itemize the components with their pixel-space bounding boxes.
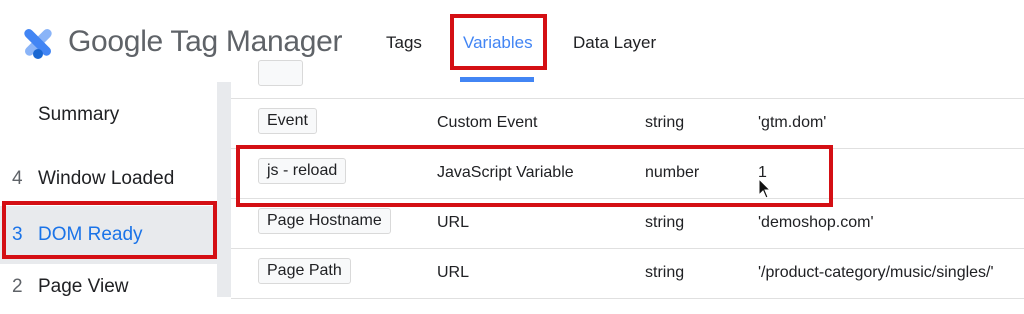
return-type: string (645, 114, 685, 131)
return-type: string (645, 264, 685, 281)
variable-type: URL (437, 264, 470, 281)
sidebar-item-summary[interactable]: Summary (0, 90, 217, 144)
sidebar-item-window-loaded[interactable]: 4 Window Loaded (0, 152, 217, 206)
variable-type: URL (437, 214, 470, 231)
event-number: 4 (12, 168, 23, 189)
variable-value: '/product-category/music/singles/' (758, 264, 994, 281)
event-sidebar: Summary 4 Window Loaded 3 DOM Ready 2 Pa… (0, 90, 217, 297)
table-row (231, 60, 1024, 99)
tab-tags[interactable]: Tags (386, 31, 422, 55)
sidebar-item-label: Page View (38, 276, 129, 297)
tag-manager-logo-icon (24, 29, 52, 59)
variable-value: 'demoshop.com' (758, 214, 874, 231)
variable-name-chip (258, 60, 303, 86)
event-number: 2 (12, 276, 23, 297)
variable-name-chip[interactable]: Event (258, 108, 317, 134)
sidebar-item-label: Summary (38, 104, 120, 125)
mouse-cursor-icon (758, 178, 772, 199)
variable-name-chip[interactable]: Page Path (258, 258, 351, 284)
sidebar-item-page-view[interactable]: 2 Page View (0, 260, 217, 314)
variable-value: 'gtm.dom' (758, 114, 827, 131)
dom-ready-highlight-box (2, 201, 217, 259)
return-type: string (645, 214, 685, 231)
variable-name-chip[interactable]: Page Hostname (258, 208, 391, 234)
js-reload-row-highlight-box (236, 145, 833, 207)
sidebar-divider (217, 82, 231, 297)
table-row[interactable]: Page Path URL string '/product-category/… (231, 248, 1024, 299)
table-row[interactable]: Event Custom Event string 'gtm.dom' (231, 98, 1024, 149)
tab-data-layer[interactable]: Data Layer (573, 31, 656, 55)
sidebar-item-label: Window Loaded (38, 168, 175, 189)
variable-type: Custom Event (437, 114, 538, 131)
app-title: Google Tag Manager (68, 25, 343, 58)
variables-tab-highlight-box (450, 14, 547, 70)
